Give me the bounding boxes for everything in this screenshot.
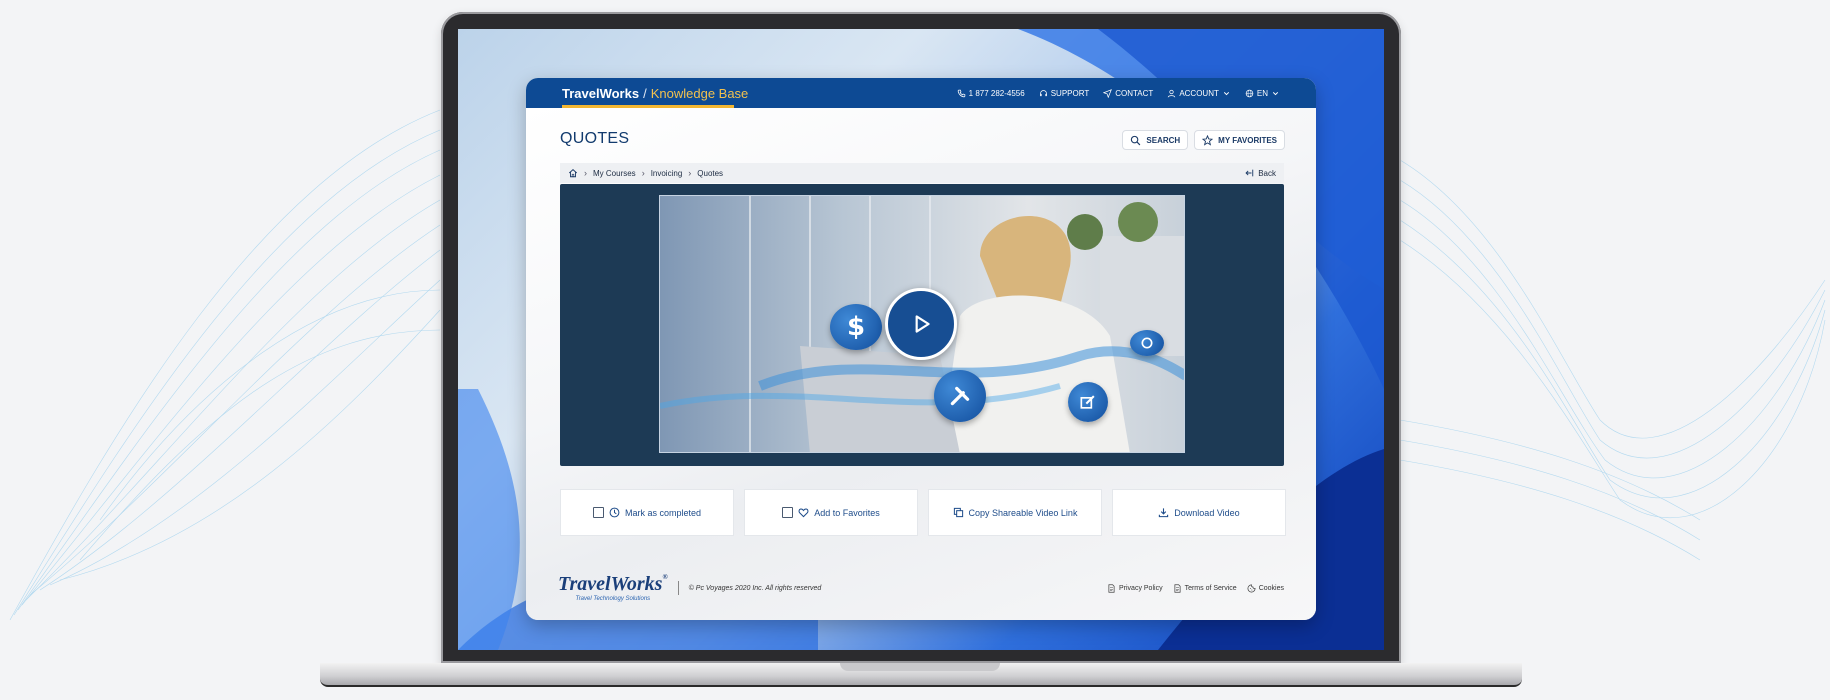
cookie-icon [1247, 584, 1256, 592]
download-video-label: Download Video [1174, 507, 1240, 518]
heart-icon [798, 508, 809, 518]
clock-icon [609, 507, 620, 518]
brand[interactable]: TravelWorks / Knowledge Base [562, 78, 748, 108]
footer: TravelWorks® Travel Technology Solutions… [526, 556, 1316, 620]
search-button[interactable]: SEARCH [1122, 130, 1189, 150]
privacy-policy-label: Privacy Policy [1119, 584, 1163, 592]
send-icon [1103, 88, 1113, 98]
travelworks-logo[interactable]: TravelWorks® Travel Technology Solutions [558, 573, 668, 603]
copyright-text: © Pc Voyages 2020 Inc. All rights reserv… [688, 584, 822, 592]
search-label: SEARCH [1146, 135, 1181, 145]
video-action-cards: Mark as completed Add to Favorites Copy … [560, 489, 1286, 536]
header-actions: SEARCH MY FAVORITES [1122, 130, 1285, 150]
brand-section: Knowledge Base [650, 85, 749, 101]
document-icon [1108, 583, 1115, 593]
phone-icon [957, 89, 965, 97]
add-favorites-card[interactable]: Add to Favorites [744, 489, 918, 536]
laptop-notch [840, 663, 1000, 671]
breadcrumb-item-quotes: Quotes [697, 168, 724, 178]
play-icon [915, 315, 930, 333]
privacy-policy-link[interactable]: Privacy Policy [1107, 583, 1163, 593]
brand-name: TravelWorks [562, 85, 640, 101]
home-icon[interactable] [568, 168, 578, 178]
logo-name: TravelWorks® [558, 573, 668, 595]
my-favorites-button[interactable]: MY FAVORITES [1194, 130, 1285, 150]
copy-icon [953, 507, 963, 518]
dollar-coin-icon: $ [830, 304, 882, 350]
play-button[interactable] [885, 288, 957, 360]
download-video-card[interactable]: Download Video [1112, 489, 1286, 536]
chevron-right-icon: › [584, 168, 587, 178]
download-icon [1159, 508, 1169, 518]
top-navigation-bar: TravelWorks / Knowledge Base 1 877 282-4… [526, 78, 1316, 108]
favorites-checkbox[interactable] [782, 507, 794, 518]
chevron-right-icon: › [641, 168, 645, 178]
video-thumbnail[interactable]: $ [659, 195, 1185, 453]
support-label: SUPPORT [1050, 88, 1090, 98]
chart-coin-icon [1130, 330, 1164, 356]
breadcrumb: › My Courses › Invoicing › Quotes Back [560, 163, 1284, 183]
globe-icon [1245, 89, 1254, 97]
language-label: EN [1256, 88, 1268, 98]
search-icon [1131, 135, 1141, 145]
footer-links: Privacy Policy Terms of Service Cookies [1107, 583, 1284, 593]
mark-completed-label: Mark as completed [624, 507, 702, 518]
headset-icon [1039, 89, 1047, 96]
chevron-right-icon: › [688, 168, 692, 178]
account-menu[interactable]: ACCOUNT [1167, 89, 1231, 98]
chevron-down-icon [1272, 91, 1279, 95]
breadcrumb-item-my-courses[interactable]: My Courses [593, 169, 636, 178]
contact-link[interactable]: CONTACT [1103, 89, 1153, 98]
back-arrow-icon [1245, 169, 1254, 177]
cookies-link[interactable]: Cookies [1247, 584, 1284, 593]
language-menu[interactable]: EN [1245, 89, 1280, 98]
footer-divider [677, 581, 679, 595]
back-button[interactable]: Back [1244, 168, 1276, 178]
top-nav-links: 1 877 282-4556 SUPPORT CONTACT ACCOUNT E… [957, 89, 1280, 98]
support-link[interactable]: SUPPORT [1039, 88, 1090, 98]
page-title: QUOTES [560, 130, 630, 147]
add-favorites-label: Add to Favorites [814, 507, 880, 518]
edit-coin-icon [1068, 382, 1108, 422]
terms-of-service-link[interactable]: Terms of Service [1173, 583, 1237, 593]
chevron-down-icon [1223, 91, 1229, 95]
mark-completed-card[interactable]: Mark as completed [560, 489, 734, 536]
cookies-label: Cookies [1258, 584, 1284, 592]
tools-coin-icon [934, 370, 986, 422]
knowledge-base-page: TravelWorks / Knowledge Base 1 877 282-4… [526, 78, 1316, 620]
phone-link[interactable]: 1 877 282-4556 [957, 89, 1025, 98]
document-icon [1174, 583, 1181, 593]
star-icon [1202, 134, 1214, 146]
copy-link-label: Copy Shareable Video Link [968, 507, 1078, 518]
breadcrumb-item-invoicing[interactable]: Invoicing [651, 169, 683, 178]
copy-link-card[interactable]: Copy Shareable Video Link [928, 489, 1102, 536]
brand-separator: / [643, 85, 647, 101]
phone-number: 1 877 282-4556 [968, 88, 1025, 98]
logo-tagline: Travel Technology Solutions [575, 596, 651, 602]
terms-of-service-label: Terms of Service [1184, 584, 1237, 592]
favorites-label: MY FAVORITES [1218, 135, 1277, 145]
contact-label: CONTACT [1115, 88, 1154, 98]
video-player: $ [560, 184, 1284, 466]
main-content: QUOTES SEARCH MY FAVORITES › My Courses … [526, 108, 1316, 620]
user-icon [1168, 89, 1176, 97]
completed-checkbox[interactable] [592, 507, 604, 518]
account-label: ACCOUNT [1179, 88, 1219, 98]
back-label: Back [1258, 168, 1276, 178]
